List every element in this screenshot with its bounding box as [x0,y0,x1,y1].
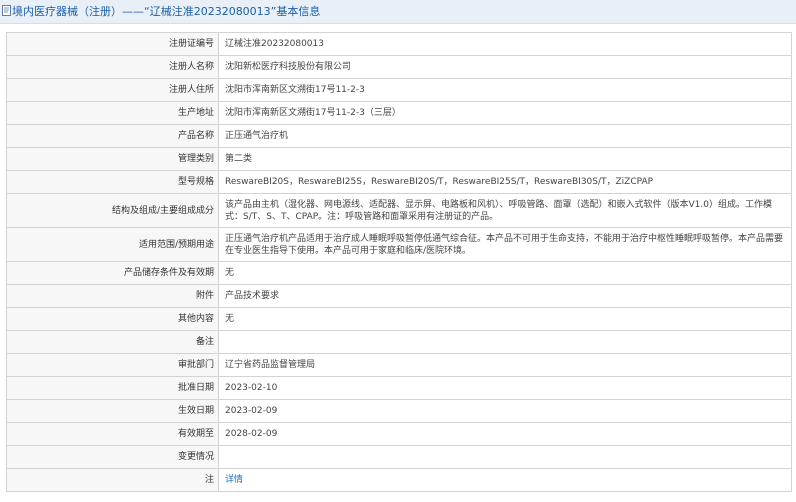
row-value: 2023-02-09 [218,399,792,423]
document-icon [2,5,11,16]
row-label: 结构及组成/主要组成成分 [6,193,219,228]
table-row: 附件 产品技术要求 [6,284,792,308]
table-row: 产品名称 正压通气治疗机 [6,124,792,148]
row-value [218,445,792,469]
row-value: 无 [218,261,792,285]
row-label: 其他内容 [6,307,219,331]
row-label: 变更情况 [6,445,219,469]
table-row: 注 详情 [6,468,792,492]
row-value: ReswareBI20S，ReswareBI25S，ReswareBI20S/T… [218,170,792,194]
table-row: 管理类别 第二类 [6,147,792,171]
row-value: 辽械注准20232080013 [218,32,792,56]
row-value: 正压通气治疗机产品适用于治疗成人睡眠呼吸暂停低通气综合征。本产品不可用于生命支持… [218,227,792,262]
row-label: 适用范围/预期用途 [6,227,219,262]
row-value: 第二类 [218,147,792,171]
table-row: 注册人名称 沈阳新松医疗科技股份有限公司 [6,55,792,79]
table-row: 其他内容 无 [6,307,792,331]
row-label: 管理类别 [6,147,219,171]
table-row: 审批部门 辽宁省药品监督管理局 [6,353,792,377]
table-row: 注册证编号 辽械注准20232080013 [6,32,792,56]
row-label: 批准日期 [6,376,219,400]
row-value: 辽宁省药品监督管理局 [218,353,792,377]
detail-link[interactable]: 详情 [225,475,243,485]
table-row: 产品储存条件及有效期 无 [6,261,792,285]
table-row: 型号规格 ReswareBI20S，ReswareBI25S，ReswareBI… [6,170,792,194]
info-table: 注册证编号 辽械注准20232080013 注册人名称 沈阳新松医疗科技股份有限… [6,32,792,492]
row-value: 沈阳新松医疗科技股份有限公司 [218,55,792,79]
row-value: 沈阳市浑南新区文溯街17号11-2-3 [218,78,792,102]
row-label: 生效日期 [6,399,219,423]
row-value: 2023-02-10 [218,376,792,400]
row-value: 无 [218,307,792,331]
row-value [218,330,792,354]
row-label: 产品储存条件及有效期 [6,261,219,285]
table-row: 结构及组成/主要组成成分 该产品由主机（湿化器、网电源线、适配器、显示屏、电路板… [6,193,792,228]
row-label: 注册人名称 [6,55,219,79]
row-label: 型号规格 [6,170,219,194]
table-row: 注册人住所 沈阳市浑南新区文溯街17号11-2-3 [6,78,792,102]
table-row: 变更情况 [6,445,792,469]
table-row: 有效期至 2028-02-09 [6,422,792,446]
page-title: 境内医疗器械（注册）——“辽械注准20232080013”基本信息 [12,5,321,18]
table-row: 备注 [6,330,792,354]
row-label: 生产地址 [6,101,219,125]
row-value: 该产品由主机（湿化器、网电源线、适配器、显示屏、电路板和风机）、呼吸管路、面罩（… [218,193,792,228]
row-label: 注 [6,468,219,492]
table-row: 批准日期 2023-02-10 [6,376,792,400]
row-value: 产品技术要求 [218,284,792,308]
table-row: 生效日期 2023-02-09 [6,399,792,423]
row-value: 2028-02-09 [218,422,792,446]
row-label: 审批部门 [6,353,219,377]
table-row: 生产地址 沈阳市浑南新区文溯街17号11-2-3（三层） [6,101,792,125]
row-label: 附件 [6,284,219,308]
row-value: 详情 [218,468,792,492]
row-label: 备注 [6,330,219,354]
row-label: 注册证编号 [6,32,219,56]
row-label: 有效期至 [6,422,219,446]
row-value: 沈阳市浑南新区文溯街17号11-2-3（三层） [218,101,792,125]
row-label: 注册人住所 [6,78,219,102]
row-value: 正压通气治疗机 [218,124,792,148]
page-header: 境内医疗器械（注册）——“辽械注准20232080013”基本信息 [0,0,796,24]
row-label: 产品名称 [6,124,219,148]
table-row: 适用范围/预期用途 正压通气治疗机产品适用于治疗成人睡眠呼吸暂停低通气综合征。本… [6,227,792,262]
